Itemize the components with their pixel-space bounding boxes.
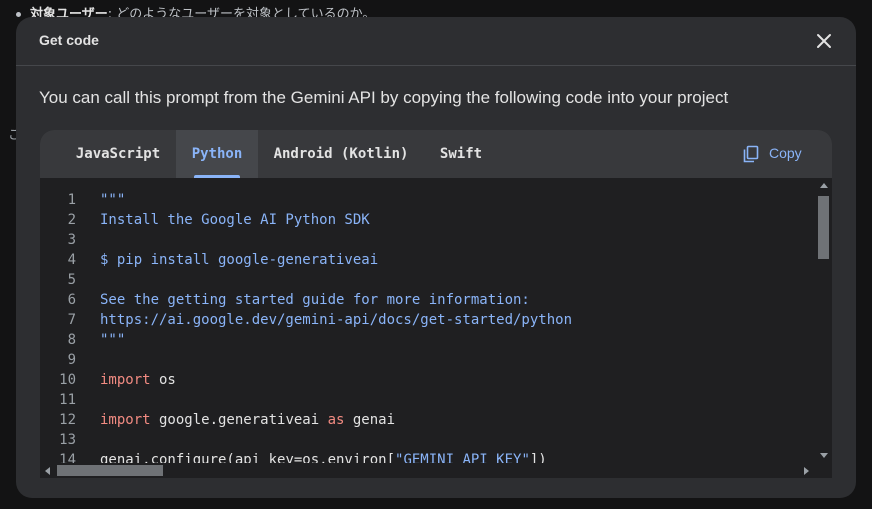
tab-javascript[interactable]: JavaScript — [58, 130, 178, 178]
vertical-scroll-thumb[interactable] — [818, 196, 829, 259]
close-button[interactable] — [813, 30, 835, 52]
line-number: 9 — [67, 352, 76, 368]
code-line: 7 https://ai.google.dev/gemini-api/docs/g… — [40, 312, 816, 332]
horizontal-scroll-thumb[interactable] — [57, 465, 163, 476]
code-text: $ pip install google-generativeai — [100, 252, 378, 268]
code-line: 4 $ pip install google-generativeai — [40, 252, 816, 272]
code-token: ]) — [529, 452, 547, 463]
line-number: 11 — [59, 392, 76, 408]
code-token: """ — [100, 192, 126, 208]
copy-label: Copy — [769, 145, 802, 161]
code-line: 3 — [40, 232, 816, 252]
code-token: $ pip install google-generativeai — [100, 252, 379, 268]
horizontal-scrollbar[interactable] — [40, 463, 832, 478]
code-token: genai.configure(api_key=os.environ[ — [100, 452, 396, 463]
dialog-header: Get code — [16, 17, 856, 66]
code-token: import — [100, 372, 151, 388]
code-line: 10 import os — [40, 372, 816, 392]
tab-android-kotlin[interactable]: Android (Kotlin) — [261, 130, 421, 178]
code-token: genai — [344, 412, 396, 428]
code-editor[interactable]: 1 """ 2 Install the Google AI Python SDK 3 4 $… — [40, 178, 816, 463]
code-line: 1 """ — [40, 192, 816, 212]
line-number: 6 — [67, 292, 76, 308]
dialog-description: You can call this prompt from the Gemini… — [39, 88, 729, 107]
code-line: 5 — [40, 272, 816, 292]
code-text: https://ai.google.dev/gemini-api/docs/ge… — [100, 312, 572, 328]
tab-label: Android (Kotlin) — [273, 146, 409, 162]
line-number: 13 — [59, 432, 76, 448]
line-number: 5 — [67, 272, 76, 288]
code-token: """ — [100, 332, 126, 348]
code-line: 12 import google.generativeai as genai — [40, 412, 816, 432]
vertical-scrollbar[interactable] — [816, 178, 832, 463]
line-number: 12 — [59, 412, 76, 428]
code-token: os — [150, 372, 176, 388]
code-line: 13 — [40, 432, 816, 452]
code-text: """ — [100, 192, 125, 208]
scroll-down-arrow-icon[interactable] — [820, 453, 828, 458]
code-token: import — [100, 412, 151, 428]
code-text: genai.configure(api_key=os.environ["GEMI… — [100, 452, 547, 463]
close-icon — [817, 34, 831, 48]
code-text: import google.generativeai as genai — [100, 412, 395, 428]
line-number: 1 — [67, 192, 76, 208]
line-number: 14 — [59, 452, 76, 463]
code-token: as — [327, 412, 345, 428]
code-text: Install the Google AI Python SDK — [100, 212, 370, 228]
code-line: 8 """ — [40, 332, 816, 352]
code-token: "GEMINI_API_KEY" — [395, 452, 530, 463]
line-number: 4 — [67, 252, 76, 268]
scroll-left-arrow-icon[interactable] — [45, 467, 50, 475]
scroll-up-arrow-icon[interactable] — [820, 183, 828, 188]
code-token: https://ai.google.dev/gemini-api/docs/ge… — [100, 312, 573, 328]
code-text: import os — [100, 372, 176, 388]
code-line: 2 Install the Google AI Python SDK — [40, 212, 816, 232]
code-line: 11 — [40, 392, 816, 412]
line-number: 2 — [67, 212, 76, 228]
code-line: 9 — [40, 352, 816, 372]
dialog-title: Get code — [39, 32, 99, 48]
line-number: 10 — [59, 372, 76, 388]
tab-label: Python — [191, 146, 243, 162]
code-token: google.generativeai — [150, 412, 328, 428]
get-code-dialog: Get code You can call this prompt from t… — [16, 17, 856, 498]
code-text: See the getting started guide for more i… — [100, 292, 530, 308]
copy-icon — [743, 145, 759, 163]
code-token: Install the Google AI Python SDK — [100, 212, 370, 228]
tab-label: JavaScript — [75, 146, 161, 162]
code-text: """ — [100, 332, 125, 348]
tab-swift[interactable]: Swift — [429, 130, 493, 178]
code-token: See the getting started guide for more i… — [100, 292, 530, 308]
code-panel: JavaScript Python Android (Kotlin) Swift… — [40, 130, 832, 478]
tab-label: Swift — [439, 146, 483, 162]
code-line: 6 See the getting started guide for more … — [40, 292, 816, 312]
line-number: 7 — [67, 312, 76, 328]
line-number: 8 — [67, 332, 76, 348]
language-tab-bar: JavaScript Python Android (Kotlin) Swift… — [40, 130, 832, 178]
scroll-right-arrow-icon[interactable] — [804, 467, 809, 475]
tab-python[interactable]: Python — [176, 130, 258, 178]
code-line: 14 genai.configure(api_key=os.environ["GE… — [40, 452, 816, 463]
line-number: 3 — [67, 232, 76, 248]
